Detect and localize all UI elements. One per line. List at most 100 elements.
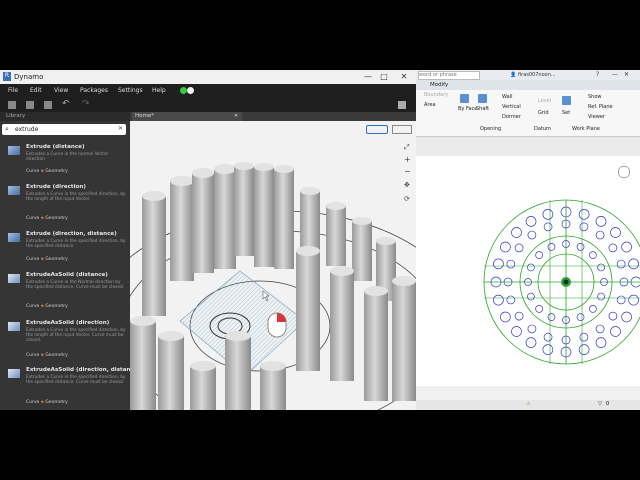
pan-icon[interactable]: ✥ bbox=[404, 181, 410, 189]
boundary-label: Boundary bbox=[424, 92, 449, 98]
menu-view[interactable]: View bbox=[54, 87, 68, 94]
library-item[interactable]: ExtrudeAsSolid (distance) Extrudes a Cur… bbox=[0, 270, 130, 316]
viewer-button[interactable]: Viewer bbox=[588, 114, 605, 120]
graph-view-toggle[interactable] bbox=[392, 125, 412, 134]
ref-plane-button[interactable]: Ref. Plane bbox=[588, 104, 613, 110]
vertical-opening[interactable]: Vertical bbox=[502, 104, 521, 110]
filter-icon[interactable]: ▽ bbox=[598, 401, 602, 407]
menu-packages[interactable]: Packages bbox=[80, 87, 108, 94]
grid-button[interactable]: Grid bbox=[538, 110, 549, 116]
pile-circle bbox=[589, 251, 597, 259]
library-item[interactable]: ExtrudeAsSolid (direction, distanc Extru… bbox=[0, 365, 134, 411]
orbit-icon[interactable]: ⟳ bbox=[404, 195, 410, 203]
menu-file[interactable]: File bbox=[8, 87, 18, 94]
screenshot-icon[interactable] bbox=[398, 101, 406, 109]
library-search[interactable]: ⌕ extrude ✕ bbox=[2, 124, 126, 135]
help-icon[interactable]: ? bbox=[596, 71, 599, 78]
pile-circle bbox=[527, 263, 535, 272]
save-file-icon[interactable] bbox=[44, 101, 52, 109]
plan-drawing bbox=[483, 199, 640, 365]
pile-circle bbox=[527, 292, 535, 301]
pile-circle bbox=[628, 294, 639, 306]
item-category: Curve ⬥ Geometry bbox=[26, 257, 68, 262]
warning-icon: ⚠ bbox=[526, 401, 531, 407]
plan-view[interactable] bbox=[416, 156, 640, 386]
extrude-solid-icon bbox=[8, 322, 20, 331]
zoom-out-icon[interactable]: − bbox=[404, 167, 411, 176]
dynamo-titlebar: R Dynamo — □ ✕ bbox=[0, 70, 416, 84]
pile-circle bbox=[579, 222, 589, 232]
by-face-label[interactable]: By Face bbox=[458, 106, 477, 112]
pile-circle bbox=[579, 332, 589, 342]
shaft-icon[interactable] bbox=[478, 94, 487, 103]
open-file-icon[interactable] bbox=[26, 101, 34, 109]
tab-close-icon[interactable]: ✕ bbox=[234, 113, 238, 119]
extrude-icon bbox=[8, 146, 20, 155]
tab-modify[interactable]: Modify bbox=[430, 82, 448, 88]
menu-bar: File Edit View Packages Settings Help bbox=[0, 84, 416, 98]
library-item[interactable]: Extrude (direction) Extrudes a Curve in … bbox=[0, 182, 130, 228]
clear-search-icon[interactable]: ✕ bbox=[118, 125, 123, 132]
item-category: Curve ⬥ Geometry bbox=[26, 216, 68, 221]
dynamo-window: R Dynamo — □ ✕ File Edit View Packages S… bbox=[0, 70, 416, 410]
cylinder-group bbox=[130, 162, 416, 410]
minimize-button[interactable]: — bbox=[612, 71, 618, 78]
maximize-button[interactable]: □ bbox=[376, 70, 392, 84]
pile-circle bbox=[493, 294, 504, 306]
toolbar: ↶ ↷ bbox=[0, 98, 416, 112]
item-description: Extrudes a Curve in the specified direct… bbox=[26, 192, 126, 203]
redo-icon[interactable]: ↷ bbox=[82, 99, 90, 109]
menu-edit[interactable]: Edit bbox=[30, 87, 42, 94]
library-item[interactable]: ExtrudeAsSolid (direction) Extrudes a Cu… bbox=[0, 318, 130, 364]
item-category: Curve ⬥ Geometry bbox=[26, 353, 68, 358]
item-category: Curve ⬥ Geometry bbox=[26, 304, 68, 309]
item-category: Curve ⬥ Geometry bbox=[26, 169, 68, 174]
pile-circle bbox=[506, 259, 516, 269]
view-cube-icon[interactable] bbox=[618, 166, 630, 178]
close-button[interactable]: ✕ bbox=[624, 71, 629, 78]
zoom-fit-icon[interactable]: ⤢ bbox=[404, 143, 410, 152]
dormer-opening[interactable]: Dormer bbox=[502, 114, 521, 120]
pile-circle bbox=[616, 259, 626, 269]
pile-circle bbox=[511, 326, 522, 337]
close-button[interactable]: ✕ bbox=[396, 70, 412, 84]
item-description: Extrudes a Curve in the normal Vector di… bbox=[26, 152, 109, 163]
minimize-button[interactable]: — bbox=[360, 70, 376, 84]
dynamo-logo-icon: R bbox=[3, 72, 11, 81]
help-search-input[interactable]: word or phrase bbox=[418, 71, 480, 80]
pile-circle bbox=[578, 344, 590, 355]
wall-opening[interactable]: Wall bbox=[502, 94, 512, 100]
new-file-icon[interactable] bbox=[8, 101, 16, 109]
undo-icon[interactable]: ↶ bbox=[62, 99, 70, 109]
3d-canvas[interactable]: ⤢ + − ✥ ⟳ bbox=[130, 121, 416, 410]
library-item[interactable]: Extrude (direction, distance) Extrudes a… bbox=[0, 229, 130, 275]
pile-circle bbox=[542, 209, 554, 220]
work-plane-panel-label: Work Plane bbox=[572, 126, 600, 132]
pile-circle bbox=[535, 251, 543, 259]
show-button[interactable]: Show bbox=[588, 94, 602, 100]
geometry-view-toggle[interactable] bbox=[366, 125, 388, 134]
pile-circle bbox=[608, 311, 618, 321]
revit-window: word or phrase 👤 firas007noon... ? — ✕ M… bbox=[416, 70, 640, 410]
set-button[interactable]: Set bbox=[562, 110, 570, 116]
library-label: Library bbox=[6, 113, 26, 119]
zoom-in-icon[interactable]: + bbox=[404, 155, 411, 164]
pile-circle bbox=[621, 311, 632, 323]
by-face-icon[interactable] bbox=[460, 94, 469, 103]
item-description: Extrudes a Curve in the specified direct… bbox=[26, 375, 126, 386]
tab-home[interactable]: Home* ✕ bbox=[132, 112, 242, 121]
workspace-tabs: Home* ✕ bbox=[130, 112, 416, 121]
pile-circle bbox=[597, 292, 605, 301]
shaft-label[interactable]: Shaft bbox=[476, 106, 489, 112]
pile-circle bbox=[543, 332, 553, 342]
pile-circle bbox=[547, 243, 556, 251]
set-icon[interactable] bbox=[562, 96, 571, 105]
level-button[interactable]: Level bbox=[538, 98, 551, 104]
geometry-preview bbox=[130, 162, 416, 410]
area-label[interactable]: Area bbox=[424, 102, 436, 108]
menu-settings[interactable]: Settings bbox=[118, 87, 143, 94]
user-name[interactable]: firas007noon... bbox=[518, 72, 556, 78]
item-description: Extrudes a Curve in the specified direct… bbox=[26, 239, 126, 250]
search-input[interactable]: extrude bbox=[15, 126, 38, 133]
menu-help[interactable]: Help bbox=[152, 87, 166, 94]
